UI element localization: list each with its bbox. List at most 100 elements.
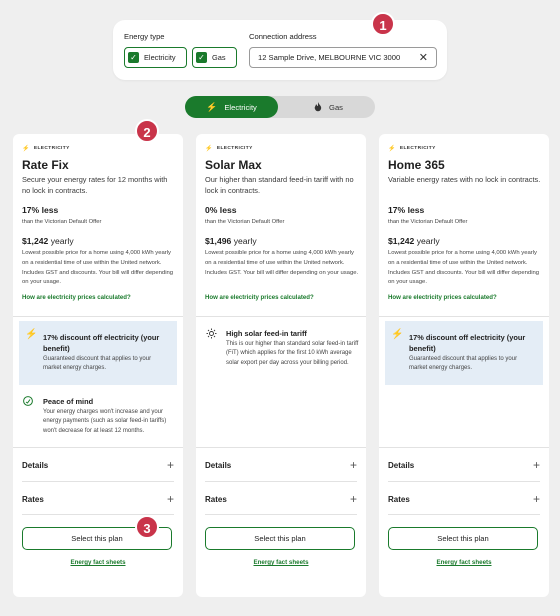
plan-price-value: $1,242: [388, 236, 415, 246]
details-label: Details: [22, 460, 49, 470]
plan-type-label: ELECTRICITY: [216, 146, 253, 151]
select-plan-button[interactable]: Select this plan: [388, 527, 538, 550]
plus-icon: +: [166, 492, 174, 506]
energy-fact-sheets-link[interactable]: Energy fact sheets: [379, 559, 549, 566]
plan-price-unit: yearly: [50, 236, 74, 246]
plan-vdo-text: than the Victorian Default Offer: [388, 219, 468, 225]
lightning-icon: ⚡: [25, 329, 38, 340]
plan-discount: 17% less: [22, 205, 59, 215]
plan-type-label: ELECTRICITY: [33, 146, 70, 151]
step-badge-3: 3: [135, 515, 159, 539]
plan-vdo-text: than the Victorian Default Offer: [22, 219, 102, 225]
rates-accordion[interactable]: Rates +: [388, 492, 540, 506]
plan-price-value: $1,496: [205, 236, 232, 246]
plan-price-description: Lowest possible price for a home using 4…: [388, 250, 540, 286]
checkmark-icon: ✓: [196, 52, 207, 63]
flame-icon: [314, 102, 322, 112]
prices-calculated-link[interactable]: How are electricity prices calculated?: [205, 294, 314, 301]
benefit-item: High solar feed-in tariff This is our hi…: [202, 325, 360, 395]
plan-price-value: $1,242: [22, 236, 49, 246]
plan-discount: 17% less: [388, 205, 425, 215]
divider: [379, 316, 549, 317]
lightning-icon: ⚡: [388, 146, 396, 152]
plan-name: Rate Fix: [22, 158, 69, 172]
divider: [22, 481, 174, 482]
benefit-title: High solar feed-in tariff: [226, 329, 307, 338]
plan-discount: 0% less: [205, 205, 237, 215]
divider: [388, 481, 540, 482]
electricity-checkbox[interactable]: ✓ Electricity: [124, 47, 187, 68]
tab-electricity-label: Electricity: [224, 102, 257, 112]
plan-type: ⚡ ELECTRICITY: [388, 145, 436, 152]
energy-fact-sheets-link[interactable]: Energy fact sheets: [13, 559, 183, 566]
benefit-highlight: ⚡ 17% discount off electricity (your ben…: [385, 321, 543, 385]
plan-type: ⚡ ELECTRICITY: [205, 145, 253, 152]
divider: [379, 447, 549, 448]
lightning-icon: ⚡: [391, 329, 404, 340]
select-plan-button[interactable]: Select this plan: [205, 527, 355, 550]
rates-label: Rates: [388, 494, 410, 504]
divider: [13, 447, 183, 448]
plan-price-description: Lowest possible price for a home using 4…: [22, 250, 174, 286]
close-icon[interactable]: ✕: [419, 51, 428, 64]
benefit-description: Your energy charges won't increase and y…: [43, 409, 167, 434]
rates-accordion[interactable]: Rates +: [22, 492, 174, 506]
plan-price-description: Lowest possible price for a home using 4…: [205, 250, 359, 276]
divider: [196, 447, 366, 448]
plan-card-home-365: ⚡ ELECTRICITY Home 365 Variable energy ra…: [379, 134, 549, 597]
plan-price: $1,242 yearly: [388, 236, 440, 246]
filter-panel: Energy type ✓ Electricity ✓ Gas Connecti…: [113, 20, 447, 80]
benefit-item: Peace of mind Your energy charges won't …: [19, 392, 177, 442]
rates-label: Rates: [205, 494, 227, 504]
sun-icon: [206, 328, 217, 339]
lightning-icon: ⚡: [22, 146, 30, 152]
plus-icon: +: [532, 458, 540, 472]
plan-price: $1,242 yearly: [22, 236, 74, 246]
gas-checkbox[interactable]: ✓ Gas: [192, 47, 237, 68]
divider: [205, 514, 357, 515]
tab-gas[interactable]: Gas: [282, 96, 375, 118]
plus-icon: +: [349, 492, 357, 506]
divider: [13, 316, 183, 317]
plus-icon: +: [349, 458, 357, 472]
plan-type-label: ELECTRICITY: [399, 146, 436, 151]
benefit-description: Guaranteed discount that applies to your…: [43, 356, 152, 372]
plan-name: Solar Max: [205, 158, 262, 172]
gas-checkbox-label: Gas: [212, 53, 226, 62]
divider: [196, 316, 366, 317]
rates-accordion[interactable]: Rates +: [205, 492, 357, 506]
plan-price-unit: yearly: [233, 236, 257, 246]
plan-description: Our higher than standard feed-in tariff …: [205, 175, 354, 195]
prices-calculated-link[interactable]: How are electricity prices calculated?: [22, 294, 131, 301]
leaf-badge-icon: [23, 396, 33, 406]
details-accordion[interactable]: Details +: [22, 458, 174, 472]
details-accordion[interactable]: Details +: [205, 458, 357, 472]
plan-card-solar-max: ⚡ ELECTRICITY Solar Max Our higher than s…: [196, 134, 366, 597]
divider: [205, 481, 357, 482]
benefit-highlight: ⚡ 17% discount off electricity (your ben…: [19, 321, 177, 385]
address-input[interactable]: 12 Sample Drive, MELBOURNE VIC 3000 ✕: [249, 47, 437, 68]
electricity-checkbox-label: Electricity: [144, 53, 176, 62]
benefit-description: Guaranteed discount that applies to your…: [409, 356, 518, 372]
benefit-title: Peace of mind: [43, 397, 94, 406]
divider: [388, 514, 540, 515]
checkmark-icon: ✓: [128, 52, 139, 63]
step-badge-1: 1: [371, 12, 395, 36]
details-label: Details: [205, 460, 232, 470]
plan-vdo-text: than the Victorian Default Offer: [205, 219, 285, 225]
plan-description: Secure your energy rates for 12 months w…: [22, 175, 168, 195]
benefit-description: This is our higher than standard solar f…: [226, 341, 359, 366]
rates-label: Rates: [22, 494, 44, 504]
tab-electricity[interactable]: ⚡ Electricity: [185, 96, 278, 118]
benefit-title: 17% discount off electricity (your benef…: [43, 333, 160, 353]
plan-name: Home 365: [388, 158, 445, 172]
prices-calculated-link[interactable]: How are electricity prices calculated?: [388, 294, 497, 301]
address-value: 12 Sample Drive, MELBOURNE VIC 3000: [258, 53, 401, 62]
plan-price-unit: yearly: [416, 236, 440, 246]
energy-fact-sheets-link[interactable]: Energy fact sheets: [196, 559, 366, 566]
details-accordion[interactable]: Details +: [388, 458, 540, 472]
energy-toggle: ⚡ Electricity Gas: [185, 96, 375, 118]
lightning-icon: ⚡: [206, 101, 218, 112]
plan-type: ⚡ ELECTRICITY: [22, 145, 70, 152]
tab-gas-label: Gas: [329, 102, 343, 112]
